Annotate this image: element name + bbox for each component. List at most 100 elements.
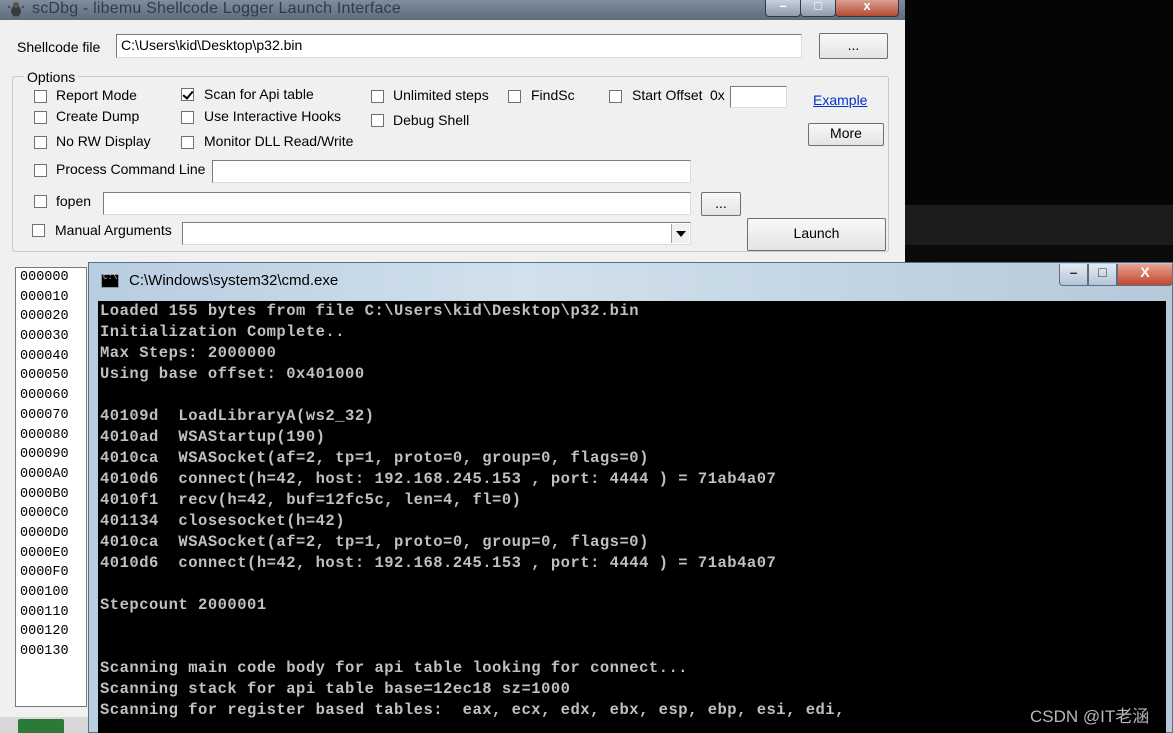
- maximize-icon: □: [814, 0, 822, 13]
- report-mode-checkbox[interactable]: [34, 90, 47, 103]
- desktop-background-band: [905, 205, 1173, 245]
- taskbar-app-icon[interactable]: [18, 719, 64, 733]
- cmd-title-bar[interactable]: C:\ C:\Windows\system32\cmd.exe – □ X: [89, 263, 1173, 299]
- list-item[interactable]: 000040: [16, 347, 86, 367]
- scan-api-table-checkbox[interactable]: [181, 88, 194, 101]
- fopen-browse-button[interactable]: ...: [701, 192, 741, 216]
- console-line: Scanning for register based tables: eax,…: [100, 701, 845, 719]
- findsc-label: FindSc: [531, 87, 575, 103]
- list-item[interactable]: 000030: [16, 327, 86, 347]
- cmd-window-title: C:\Windows\system32\cmd.exe: [129, 272, 339, 289]
- manual-arguments-combobox[interactable]: [182, 222, 691, 245]
- use-interactive-hooks-checkbox[interactable]: [181, 111, 194, 124]
- fopen-checkbox[interactable]: [34, 195, 47, 208]
- cmd-close-button[interactable]: X: [1117, 264, 1173, 286]
- console-line: 4010f1 recv(h=42, buf=12fc5c, len=4, fl=…: [100, 491, 522, 509]
- list-item[interactable]: 000090: [16, 445, 86, 465]
- console-line: Stepcount 2000001: [100, 596, 267, 614]
- manual-arguments-label: Manual Arguments: [55, 222, 172, 238]
- list-item[interactable]: 0000C0: [16, 504, 86, 524]
- create-dump-checkbox[interactable]: [34, 111, 47, 124]
- maximize-button[interactable]: □: [800, 0, 836, 17]
- example-link[interactable]: Example: [813, 92, 867, 108]
- console-line: Loaded 155 bytes from file C:\Users\kid\…: [100, 302, 640, 320]
- unlimited-steps-checkbox[interactable]: [371, 90, 384, 103]
- list-item[interactable]: 000070: [16, 406, 86, 426]
- console-line: 4010ca WSASocket(af=2, tp=1, proto=0, gr…: [100, 533, 649, 551]
- bug-app-icon: [8, 2, 24, 17]
- shellcode-file-input[interactable]: C:\Users\kid\Desktop\p32.bin: [116, 34, 802, 58]
- close-icon: X: [1140, 264, 1150, 280]
- list-item[interactable]: 000120: [16, 622, 86, 642]
- start-offset-input[interactable]: [730, 86, 787, 108]
- console-line: Scanning stack for api table base=12ec18…: [100, 680, 571, 698]
- console-icon-text: C:\: [103, 273, 118, 282]
- minimize-button[interactable]: –: [765, 0, 801, 17]
- start-offset-prefix: 0x: [710, 87, 725, 103]
- close-icon: x: [863, 0, 871, 13]
- debug-shell-label: Debug Shell: [393, 112, 470, 128]
- start-offset-checkbox[interactable]: [609, 90, 622, 103]
- debug-shell-checkbox[interactable]: [371, 114, 384, 127]
- desktop: scDbg - libemu Shellcode Logger Launch I…: [0, 0, 1173, 733]
- scan-api-table-label: Scan for Api table: [204, 86, 314, 102]
- list-item[interactable]: 0000B0: [16, 485, 86, 505]
- manual-arguments-checkbox[interactable]: [32, 224, 45, 237]
- monitor-dll-checkbox[interactable]: [181, 136, 194, 149]
- maximize-icon: □: [1098, 264, 1107, 280]
- cmd-minimize-button[interactable]: –: [1059, 264, 1088, 286]
- list-item[interactable]: 0000F0: [16, 563, 86, 583]
- minimize-icon: –: [779, 0, 787, 13]
- console-line: 4010d6 connect(h=42, host: 192.168.245.1…: [100, 470, 777, 488]
- list-item[interactable]: 0000E0: [16, 544, 86, 564]
- console-line: Scanning main code body for api table lo…: [100, 659, 689, 677]
- list-item[interactable]: 000010: [16, 288, 86, 308]
- no-rw-display-checkbox[interactable]: [34, 136, 47, 149]
- process-command-line-label: Process Command Line: [56, 161, 206, 177]
- use-interactive-hooks-label: Use Interactive Hooks: [204, 108, 341, 124]
- list-item[interactable]: 000080: [16, 426, 86, 446]
- hex-offset-list[interactable]: 000000 000010 000020 000030 000040 000050 0000…: [15, 267, 87, 707]
- console-output[interactable]: Loaded 155 bytes from file C:\Users\kid\…: [98, 301, 1166, 733]
- fopen-input[interactable]: [103, 192, 691, 215]
- taskbar-fragment: [0, 717, 90, 733]
- console-line: Max Steps: 2000000: [100, 344, 277, 362]
- list-item[interactable]: 000020: [16, 307, 86, 327]
- options-group-label: Options: [24, 69, 79, 85]
- list-item[interactable]: 000050: [16, 366, 86, 386]
- cmd-maximize-button[interactable]: □: [1088, 264, 1117, 286]
- process-command-line-checkbox[interactable]: [34, 164, 47, 177]
- close-button[interactable]: x: [835, 0, 899, 17]
- monitor-dll-label: Monitor DLL Read/Write: [204, 133, 354, 149]
- desktop-background: [905, 0, 1173, 205]
- more-button[interactable]: More: [808, 123, 884, 146]
- fopen-label: fopen: [56, 193, 92, 209]
- shellcode-browse-button[interactable]: ...: [819, 33, 888, 59]
- create-dump-label: Create Dump: [56, 108, 140, 124]
- console-line: 4010ad WSAStartup(190): [100, 428, 326, 446]
- process-command-line-input[interactable]: [212, 160, 691, 183]
- no-rw-display-label: No RW Display: [56, 133, 151, 149]
- console-line: Using base offset: 0x401000: [100, 365, 365, 383]
- chevron-down-icon[interactable]: [671, 224, 689, 243]
- list-item[interactable]: 000110: [16, 603, 86, 623]
- scdbg-title-bar[interactable]: scDbg - libemu Shellcode Logger Launch I…: [0, 0, 905, 20]
- list-item[interactable]: 000100: [16, 583, 86, 603]
- console-line: 40109d LoadLibraryA(ws2_32): [100, 407, 375, 425]
- shellcode-file-label: Shellcode file: [17, 39, 101, 55]
- list-item[interactable]: 000060: [16, 386, 86, 406]
- console-line: 401134 closesocket(h=42): [100, 512, 346, 530]
- list-item[interactable]: 0000A0: [16, 465, 86, 485]
- list-item[interactable]: 0000D0: [16, 524, 86, 544]
- list-item[interactable]: 000130: [16, 642, 86, 662]
- console-app-icon: C:\: [101, 273, 119, 288]
- minimize-icon: –: [1069, 264, 1078, 280]
- launch-button[interactable]: Launch: [747, 218, 886, 251]
- findsc-checkbox[interactable]: [508, 90, 521, 103]
- start-offset-label: Start Offset: [632, 87, 703, 103]
- list-item[interactable]: 000000: [16, 268, 86, 288]
- cmd-window: C:\ C:\Windows\system32\cmd.exe – □ X Lo…: [88, 262, 1173, 733]
